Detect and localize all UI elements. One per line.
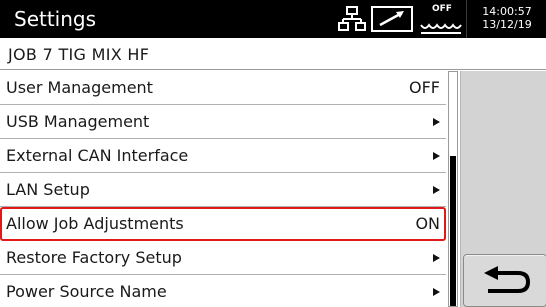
job-info-bar: JOB 7 TIG MIX HF	[0, 38, 546, 70]
menu-item-restore-factory-setup[interactable]: Restore Factory Setup	[0, 241, 446, 275]
return-arrow-icon	[484, 266, 531, 293]
settings-menu-list: User Management OFF USB Management Exter…	[0, 71, 446, 307]
header-divider	[466, 0, 467, 38]
menu-item-value: ON	[415, 214, 440, 233]
side-panel	[460, 71, 546, 307]
scrollbar-thumb[interactable]	[450, 156, 456, 306]
back-button[interactable]	[463, 254, 546, 307]
chevron-right-icon	[433, 118, 440, 126]
menu-scrollbar[interactable]	[448, 71, 458, 307]
clock-date: 13/12/19	[482, 18, 532, 31]
menu-item-label: LAN Setup	[6, 180, 90, 199]
chevron-right-icon	[433, 254, 440, 262]
page-title: Settings	[14, 7, 97, 31]
wave-status-label: OFF	[432, 4, 452, 14]
menu-item-label: Restore Factory Setup	[6, 248, 182, 267]
menu-item-usb-management[interactable]: USB Management	[0, 105, 446, 139]
menu-item-value: OFF	[409, 78, 440, 97]
clock-time: 14:00:57	[482, 5, 532, 18]
menu-item-external-can-interface[interactable]: External CAN Interface	[0, 139, 446, 173]
menu-item-lan-setup[interactable]: LAN Setup	[0, 173, 446, 207]
network-icon	[338, 5, 366, 33]
menu-item-label: Allow Job Adjustments	[6, 214, 184, 233]
chevron-right-icon	[433, 288, 440, 296]
menu-item-label: Power Source Name	[6, 282, 167, 301]
menu-item-user-management[interactable]: User Management OFF	[0, 71, 446, 105]
chevron-right-icon	[433, 152, 440, 160]
menu-item-label: User Management	[6, 78, 153, 97]
chevron-right-icon	[433, 186, 440, 194]
header-bar: Settings OFF 14:00:57 13/12/19	[0, 0, 546, 38]
menu-item-label: USB Management	[6, 112, 150, 131]
menu-item-power-source-name[interactable]: Power Source Name	[0, 275, 446, 307]
menu-item-allow-job-adjustments[interactable]: Allow Job Adjustments ON	[0, 207, 446, 241]
signal-icon	[370, 5, 414, 33]
job-info-text: JOB 7 TIG MIX HF	[8, 45, 150, 64]
menu-item-label: External CAN Interface	[6, 146, 189, 165]
